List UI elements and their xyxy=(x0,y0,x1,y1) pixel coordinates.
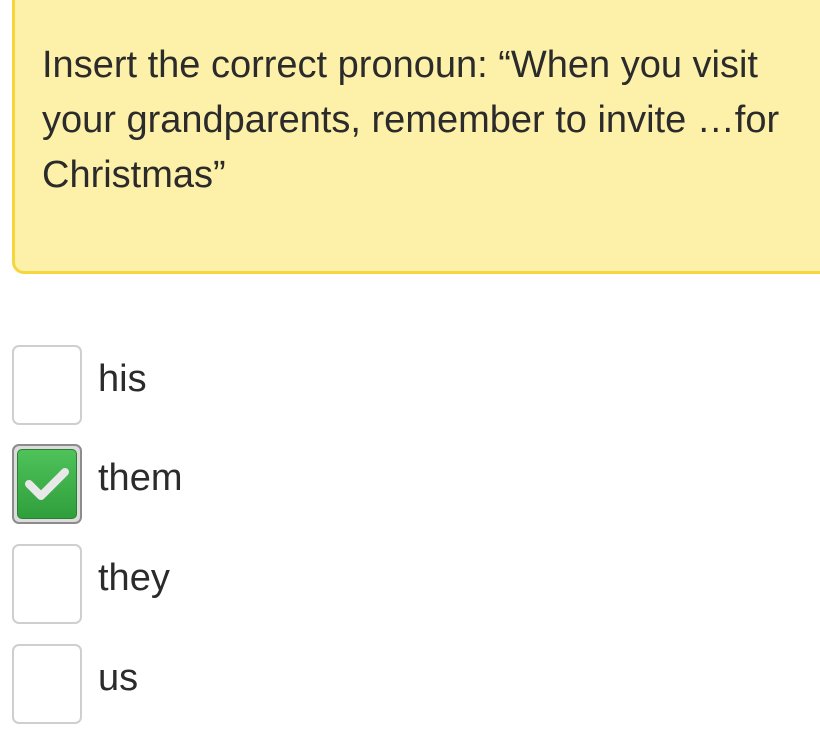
option-label-them: them xyxy=(98,457,183,499)
question-text: Insert the correct pronoun: “When you vi… xyxy=(42,44,780,196)
option-label-they: they xyxy=(98,557,170,599)
option-they[interactable]: they xyxy=(12,544,412,630)
checkbox-they[interactable] xyxy=(12,544,82,624)
option-his[interactable]: his xyxy=(12,345,412,431)
option-us[interactable]: us xyxy=(12,644,412,730)
checkbox-us[interactable] xyxy=(12,644,82,724)
check-icon xyxy=(25,468,69,500)
checkbox-them[interactable] xyxy=(12,444,82,524)
option-them[interactable]: them xyxy=(12,444,412,530)
option-label-us: us xyxy=(98,657,139,699)
option-label-his: his xyxy=(98,358,147,400)
checkbox-his[interactable] xyxy=(12,345,82,425)
